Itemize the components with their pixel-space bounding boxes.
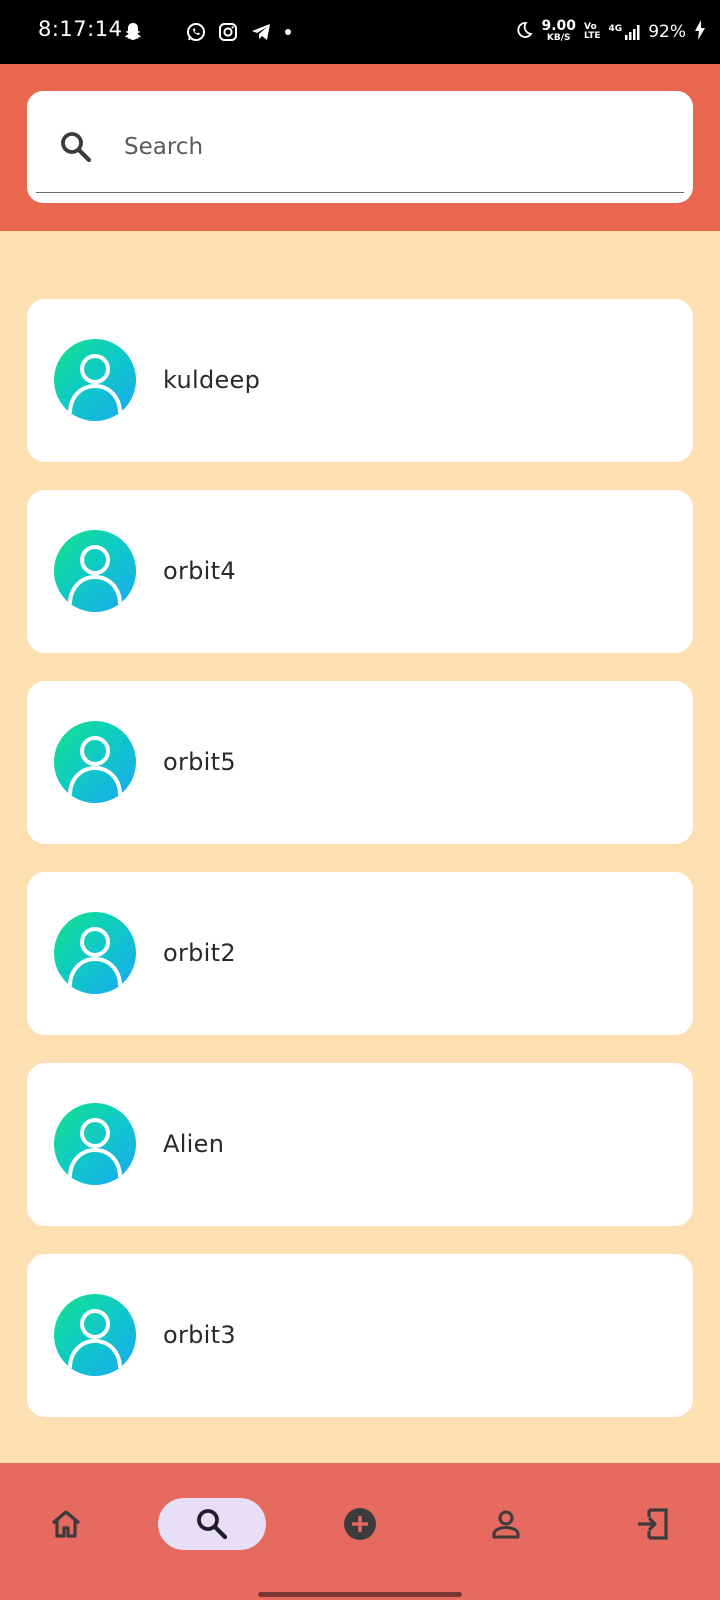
more-notifications-dot-icon (284, 28, 292, 36)
instagram-icon (218, 22, 238, 42)
person-outline-icon (68, 927, 122, 987)
app-header (0, 64, 720, 231)
nav-add-button[interactable] (334, 1498, 386, 1550)
avatar (54, 721, 136, 803)
network-type: 4G (608, 24, 623, 34)
nav-logout-button[interactable] (627, 1498, 679, 1550)
bottom-navigation (0, 1463, 720, 1600)
charging-bolt-icon (694, 20, 706, 44)
person-outline-icon (68, 736, 122, 796)
status-time: 8:17:14 (38, 17, 123, 41)
search-icon (197, 1509, 228, 1540)
user-name: kuldeep (163, 366, 261, 394)
search-input[interactable] (122, 121, 646, 173)
notification-icons (122, 18, 292, 46)
user-list: kuldeep orbit4 orbit5 orbit2 Alien orbit… (27, 299, 693, 1445)
volte-bottom: LTE (584, 31, 601, 41)
network-speed: 9.00 KB/S (541, 18, 576, 44)
search-icon (59, 130, 93, 168)
avatar (54, 339, 136, 421)
avatar (54, 530, 136, 612)
add-circle-icon (344, 1508, 376, 1540)
signal-icon: 4G (609, 24, 641, 40)
person-outline-icon (68, 1309, 122, 1369)
user-name: Alien (163, 1130, 225, 1158)
person-outline-icon (68, 1118, 122, 1178)
network-speed-value: 9.00 (541, 18, 576, 34)
user-card[interactable]: orbit5 (27, 681, 693, 844)
do-not-disturb-moon-icon (515, 21, 534, 43)
user-card[interactable]: orbit3 (27, 1254, 693, 1417)
avatar (54, 1294, 136, 1376)
person-outline-icon (68, 354, 122, 414)
user-name: orbit4 (163, 557, 236, 585)
battery-percent: 92% (648, 22, 686, 42)
snapchat-icon (122, 21, 144, 43)
home-icon (51, 1510, 81, 1538)
user-name: orbit3 (163, 1321, 236, 1349)
volte-indicator: Vo LTE (584, 23, 601, 41)
user-card[interactable]: orbit4 (27, 490, 693, 653)
person-outline-icon (68, 545, 122, 605)
gesture-home-indicator[interactable] (258, 1592, 462, 1597)
status-bar: 8:17:14 9.00 KB/S Vo LTE 4G 92% (0, 0, 720, 64)
whatsapp-icon (186, 22, 206, 42)
logout-icon (638, 1508, 668, 1540)
status-right: 9.00 KB/S Vo LTE 4G 92% (515, 14, 706, 50)
user-card[interactable]: Alien (27, 1063, 693, 1226)
avatar (54, 912, 136, 994)
nav-search-button[interactable] (158, 1498, 266, 1550)
search-bar[interactable] (27, 91, 693, 203)
user-name: orbit5 (163, 748, 236, 776)
nav-home-button[interactable] (40, 1498, 92, 1550)
person-icon (492, 1510, 520, 1539)
nav-profile-button[interactable] (480, 1498, 532, 1550)
user-card[interactable]: orbit2 (27, 872, 693, 1035)
user-card[interactable]: kuldeep (27, 299, 693, 462)
network-speed-unit: KB/S (546, 33, 571, 43)
user-name: orbit2 (163, 939, 236, 967)
search-underline (36, 191, 684, 193)
avatar (54, 1103, 136, 1185)
telegram-icon (250, 22, 272, 42)
